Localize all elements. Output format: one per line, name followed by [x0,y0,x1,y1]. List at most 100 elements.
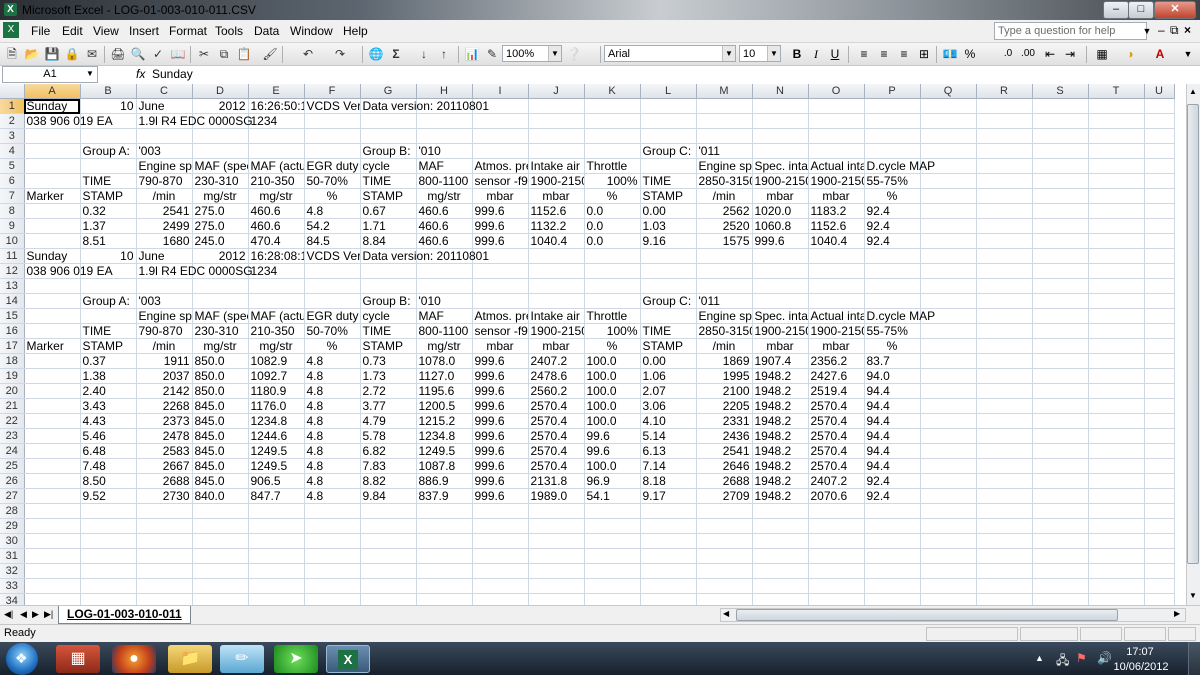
cell-s19[interactable] [1032,368,1089,384]
cell-m15[interactable]: Engine speed [696,308,753,324]
cell-j33[interactable] [528,578,585,594]
cell-d18[interactable]: 850.0 [192,353,249,369]
menu-view[interactable]: View [90,23,122,39]
cell-p8[interactable]: 92.4 [864,203,921,219]
cell-d6[interactable]: 230-310 [192,173,249,189]
cell-l18[interactable]: 0.00 [640,353,697,369]
cell-n8[interactable]: 1020.0 [752,203,809,219]
cell-k12[interactable] [584,263,641,279]
cell-r4[interactable] [976,143,1033,159]
cell-p9[interactable]: 92.4 [864,218,921,234]
cell-j7[interactable]: mbar [528,188,585,204]
cell-q31[interactable] [920,548,977,564]
cell-u17[interactable] [1144,338,1175,354]
cell-t24[interactable] [1088,443,1145,459]
cell-b31[interactable] [80,548,137,564]
cell-s14[interactable] [1032,293,1089,309]
cell-k15[interactable]: Throttle [584,308,641,324]
cell-o11[interactable] [808,248,865,264]
cell-m32[interactable] [696,563,753,579]
cell-o2[interactable] [808,113,865,129]
cell-h7[interactable]: mg/str [416,188,473,204]
cell-g19[interactable]: 1.73 [360,368,417,384]
chart-wizard-icon[interactable]: 📊 [464,46,480,62]
cell-j17[interactable]: mbar [528,338,585,354]
cell-g25[interactable]: 7.83 [360,458,417,474]
cell-a23[interactable] [24,428,81,444]
cell-f9[interactable]: 54.2 [304,218,361,234]
column-header-e[interactable]: E [248,84,305,99]
cell-c6[interactable]: 790-870 [136,173,193,189]
horizontal-scroll-thumb[interactable] [736,609,1118,621]
cell-r28[interactable] [976,503,1033,519]
scroll-down-icon[interactable]: ▼ [1189,591,1197,600]
cell-c7[interactable]: /min [136,188,193,204]
cell-m20[interactable]: 2100 [696,383,753,399]
cell-c24[interactable]: 2583 [136,443,193,459]
cell-n30[interactable] [752,533,809,549]
cell-t7[interactable] [1088,188,1145,204]
cell-h27[interactable]: 837.9 [416,488,473,504]
clock-date[interactable]: 10/06/2012 [1112,661,1170,673]
cell-b6[interactable]: TIME [80,173,137,189]
cell-h31[interactable] [416,548,473,564]
cell-d22[interactable]: 845.0 [192,413,249,429]
chevron-down-icon[interactable]: ▼ [1141,22,1153,40]
cell-d16[interactable]: 230-310 [192,323,249,339]
zoom-select[interactable]: 100% ▼ [502,45,562,62]
cell-f27[interactable]: 4.8 [304,488,361,504]
column-header-m[interactable]: M [696,84,753,99]
excel-icon[interactable]: X [4,3,17,16]
cell-c11[interactable]: June [136,248,193,264]
column-header-c[interactable]: C [136,84,193,99]
cell-p2[interactable] [864,113,921,129]
cell-r14[interactable] [976,293,1033,309]
cell-e23[interactable]: 1244.6 [248,428,305,444]
cell-u22[interactable] [1144,413,1175,429]
row-header[interactable]: 2 [0,113,25,129]
cell-k10[interactable]: 0.0 [584,233,641,249]
last-sheet-icon[interactable]: ▶| [44,609,53,620]
cell-d3[interactable] [192,128,249,144]
cell-u24[interactable] [1144,443,1175,459]
cell-h30[interactable] [416,533,473,549]
cell-t14[interactable] [1088,293,1145,309]
chevron-down-icon[interactable]: ▼ [767,46,780,61]
cell-a33[interactable] [24,578,81,594]
menu-tools[interactable]: Tools [212,23,246,39]
cell-p7[interactable]: % [864,188,921,204]
cell-e2[interactable]: 1234 [248,113,305,129]
cell-r10[interactable] [976,233,1033,249]
cell-t17[interactable] [1088,338,1145,354]
cell-m19[interactable]: 1995 [696,368,753,384]
cell-d19[interactable]: 850.0 [192,368,249,384]
cell-j34[interactable] [528,593,585,605]
row-header[interactable]: 26 [0,473,25,489]
cell-a32[interactable] [24,563,81,579]
cell-u11[interactable] [1144,248,1175,264]
cell-f12[interactable] [304,263,361,279]
cell-h33[interactable] [416,578,473,594]
cell-n9[interactable]: 1060.8 [752,218,809,234]
cell-b20[interactable]: 2.40 [80,383,137,399]
cell-l28[interactable] [640,503,697,519]
cell-l33[interactable] [640,578,697,594]
cell-r31[interactable] [976,548,1033,564]
cell-c21[interactable]: 2268 [136,398,193,414]
cell-t15[interactable] [1088,308,1145,324]
cell-b16[interactable]: TIME [80,323,137,339]
row-header[interactable]: 8 [0,203,25,219]
cell-s16[interactable] [1032,323,1089,339]
cell-n2[interactable] [752,113,809,129]
cell-t2[interactable] [1088,113,1145,129]
cell-k6[interactable]: 100% [584,173,641,189]
cell-f29[interactable] [304,518,361,534]
cell-b15[interactable] [80,308,137,324]
decrease-decimal-icon[interactable]: .00 [1020,46,1036,62]
cell-o18[interactable]: 2356.2 [808,353,865,369]
cell-u31[interactable] [1144,548,1175,564]
cell-n24[interactable]: 1948.2 [752,443,809,459]
borders-icon[interactable]: ▦ [1094,46,1110,62]
cell-u14[interactable] [1144,293,1175,309]
cell-a9[interactable] [24,218,81,234]
